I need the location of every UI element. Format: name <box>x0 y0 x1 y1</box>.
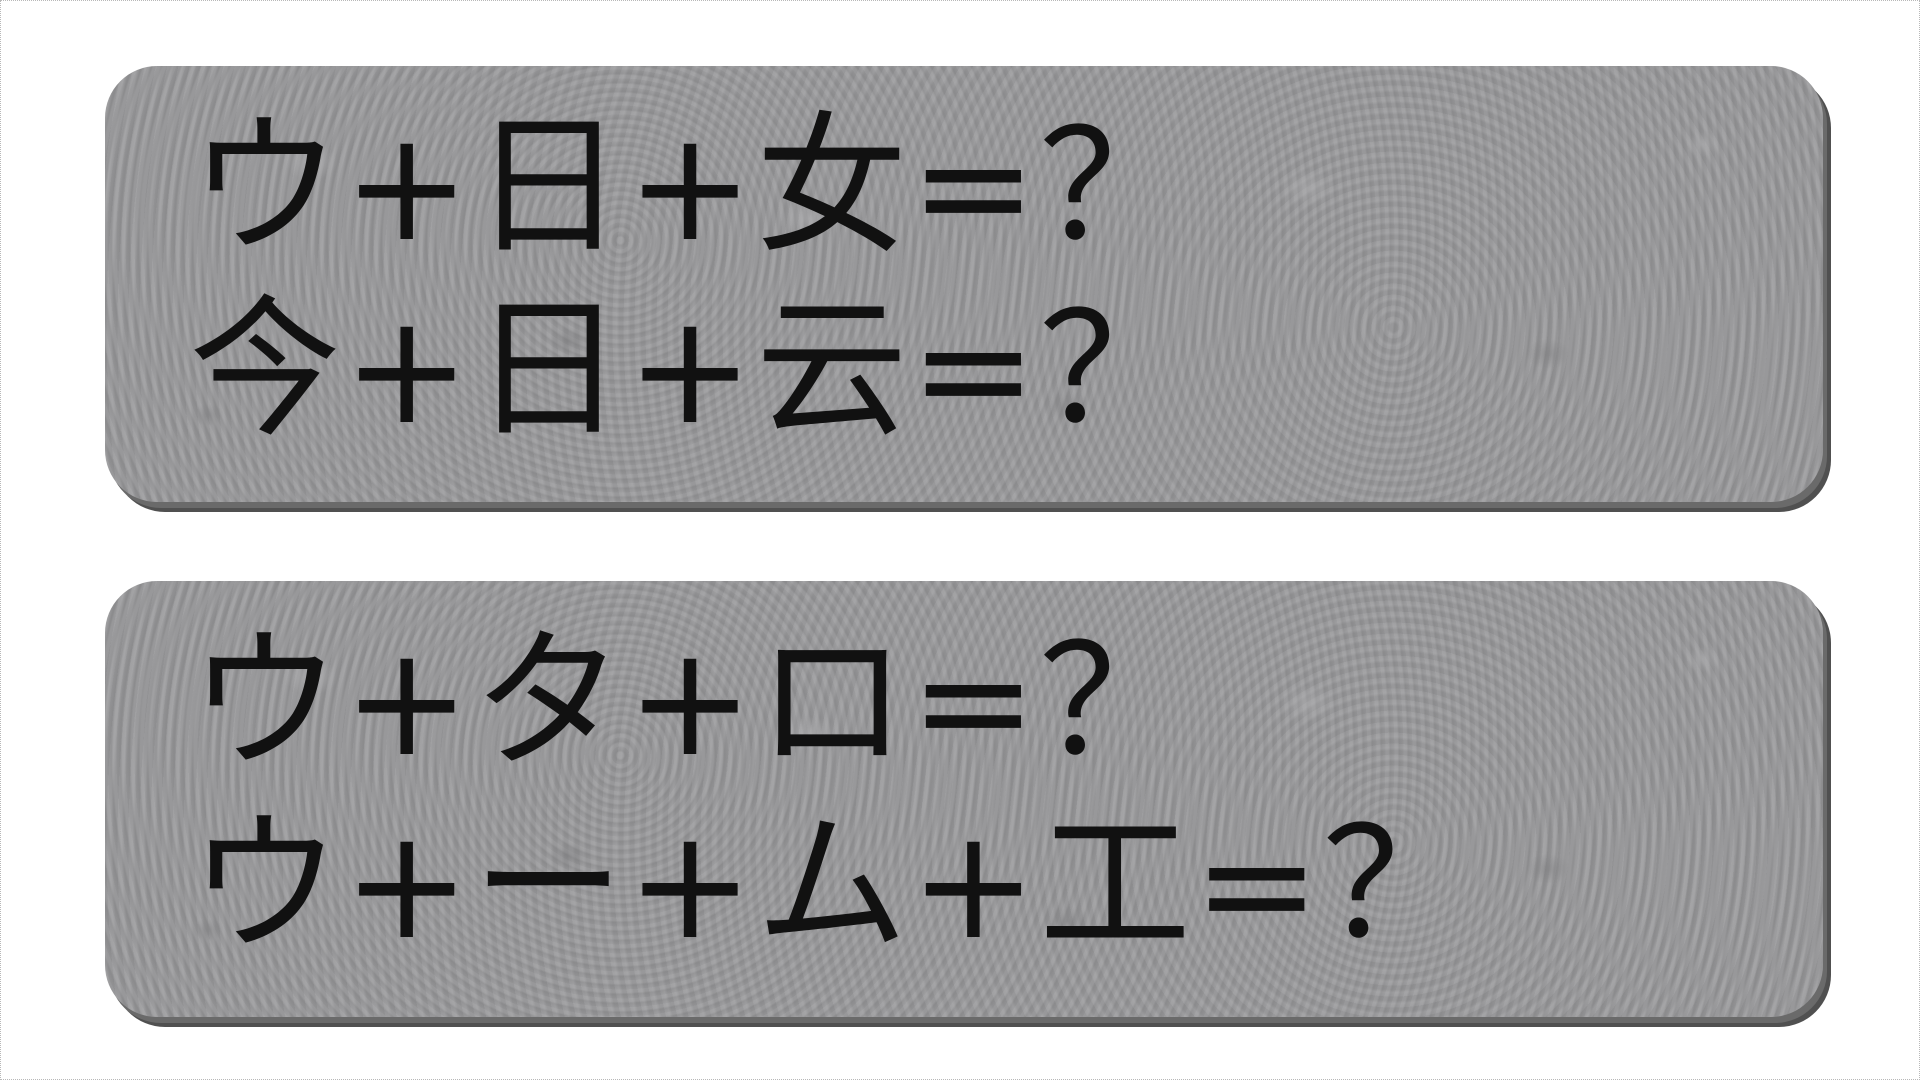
puzzle-card-1: ウ+日+女=？ 今+日+云=？ <box>105 66 1823 502</box>
puzzle-line: ウ+ー+ム+工=？ <box>189 796 1477 973</box>
puzzle-card-2: ウ+タ+ロ=？ ウ+ー+ム+工=？ <box>105 581 1823 1017</box>
puzzle-line: ウ+タ+ロ=？ <box>189 613 1194 790</box>
puzzle-line: 今+日+云=？ <box>189 281 1194 458</box>
puzzle-line: ウ+日+女=？ <box>189 98 1194 275</box>
slide-frame: ウ+日+女=？ 今+日+云=？ ウ+タ+ロ=？ ウ+ー+ム+工=？ <box>0 0 1920 1080</box>
